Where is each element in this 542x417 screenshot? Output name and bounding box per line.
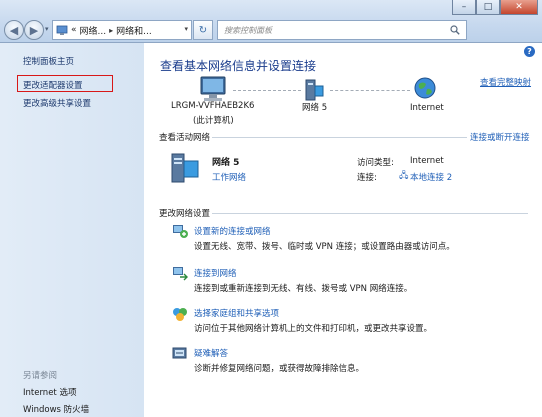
connections-label: 连接: bbox=[357, 173, 377, 183]
access-type-value: Internet bbox=[410, 156, 444, 166]
access-type-label: 访问类型: bbox=[357, 158, 394, 168]
connect-network-icon bbox=[173, 267, 188, 281]
help-icon[interactable]: ? bbox=[524, 46, 535, 57]
map-connector-line bbox=[330, 90, 410, 91]
window-controls: – □ ✕ bbox=[452, 0, 538, 15]
task-new-connection-desc: 设置无线、宽带、拨号、临时或 VPN 连接；或设置路由器或访问点。 bbox=[194, 242, 455, 252]
address-toolbar: ◀ ▶ ▾ « 网络... ▸ 网络和... ▾ ↻ – □ ✕ bbox=[0, 0, 542, 43]
refresh-button[interactable]: ↻ bbox=[193, 20, 213, 40]
see-also-internet-options[interactable]: Internet 选项 bbox=[23, 386, 76, 398]
connect-disconnect-link[interactable]: 连接或断开连接 bbox=[470, 131, 530, 143]
sidebar-item-change-adapter[interactable]: 更改适配器设置 bbox=[23, 79, 83, 91]
close-button[interactable]: ✕ bbox=[500, 0, 538, 15]
map-connector-line bbox=[233, 90, 301, 91]
active-networks-heading: 查看活动网络 bbox=[159, 133, 211, 143]
section-divider bbox=[212, 137, 467, 138]
ethernet-icon: 🖧 bbox=[399, 171, 409, 181]
network-node-label: 网络 5 bbox=[302, 103, 328, 113]
sidebar-item-advanced-sharing[interactable]: 更改高级共享设置 bbox=[23, 97, 91, 109]
change-settings-heading: 更改网络设置 bbox=[159, 209, 211, 219]
new-connection-icon bbox=[173, 225, 188, 238]
breadcrumb-item[interactable]: 网络和... bbox=[116, 24, 152, 37]
address-dropdown-icon[interactable]: ▾ bbox=[184, 25, 188, 33]
search-icon[interactable] bbox=[450, 25, 460, 35]
internet-node-label: Internet bbox=[410, 103, 444, 113]
arrow-left-icon: ◀ bbox=[9, 23, 19, 37]
computer-name-label: LRGM-VVFHAEB2K6 bbox=[171, 101, 255, 111]
search-input[interactable] bbox=[218, 21, 440, 39]
computer-sub-label: (此计算机) bbox=[193, 116, 234, 126]
recent-pages-dropdown[interactable]: ▾ bbox=[45, 25, 49, 33]
breadcrumb-separator-icon: ▸ bbox=[109, 25, 114, 35]
network-location-link[interactable]: 工作网络 bbox=[212, 171, 246, 183]
minimize-button[interactable]: – bbox=[452, 0, 476, 15]
task-new-connection-link[interactable]: 设置新的连接或网络 bbox=[194, 225, 271, 237]
breadcrumb-root[interactable]: « bbox=[71, 25, 77, 35]
task-connect-network-desc: 连接到或重新连接到无线、有线、拨号或 VPN 网络连接。 bbox=[194, 284, 413, 294]
maximize-button[interactable]: □ bbox=[476, 0, 500, 15]
section-divider bbox=[212, 213, 528, 214]
globe-icon[interactable] bbox=[413, 76, 437, 100]
local-connection-link[interactable]: 本地连接 2 bbox=[410, 171, 452, 183]
network-folder-icon bbox=[56, 25, 68, 35]
network-icon[interactable] bbox=[303, 78, 327, 102]
computer-icon[interactable] bbox=[198, 76, 228, 102]
task-homegroup-desc: 访问位于其他网络计算机上的文件和打印机，或更改共享设置。 bbox=[194, 324, 433, 334]
task-troubleshoot-desc: 诊断并修复网络问题，或获得故障排除信息。 bbox=[194, 364, 365, 374]
active-network-name: 网络 5 bbox=[212, 158, 240, 168]
task-connect-network-link[interactable]: 连接到网络 bbox=[194, 267, 237, 279]
address-bar[interactable]: « 网络... ▸ 网络和... ▾ bbox=[52, 20, 192, 40]
breadcrumb-item[interactable]: 网络... bbox=[80, 24, 107, 37]
refresh-icon: ↻ bbox=[198, 24, 208, 36]
see-also-label: 另请参阅 bbox=[23, 371, 58, 381]
task-troubleshoot-link[interactable]: 疑难解答 bbox=[194, 347, 228, 359]
back-button[interactable]: ◀ bbox=[4, 20, 24, 40]
forward-button[interactable]: ▶ bbox=[24, 20, 44, 40]
see-also-windows-firewall[interactable]: Windows 防火墙 bbox=[23, 403, 89, 415]
full-map-link[interactable]: 查看完整映射 bbox=[480, 76, 531, 88]
sidebar-item-home[interactable]: 控制面板主页 bbox=[23, 55, 74, 67]
search-box[interactable] bbox=[217, 20, 467, 40]
task-homegroup-link[interactable]: 选择家庭组和共享选项 bbox=[194, 307, 279, 319]
active-network-icon bbox=[171, 153, 199, 183]
homegroup-icon bbox=[173, 308, 187, 321]
arrow-right-icon: ▶ bbox=[29, 23, 39, 37]
troubleshoot-icon bbox=[172, 347, 187, 359]
page-title: 查看基本网络信息并设置连接 bbox=[160, 59, 317, 73]
